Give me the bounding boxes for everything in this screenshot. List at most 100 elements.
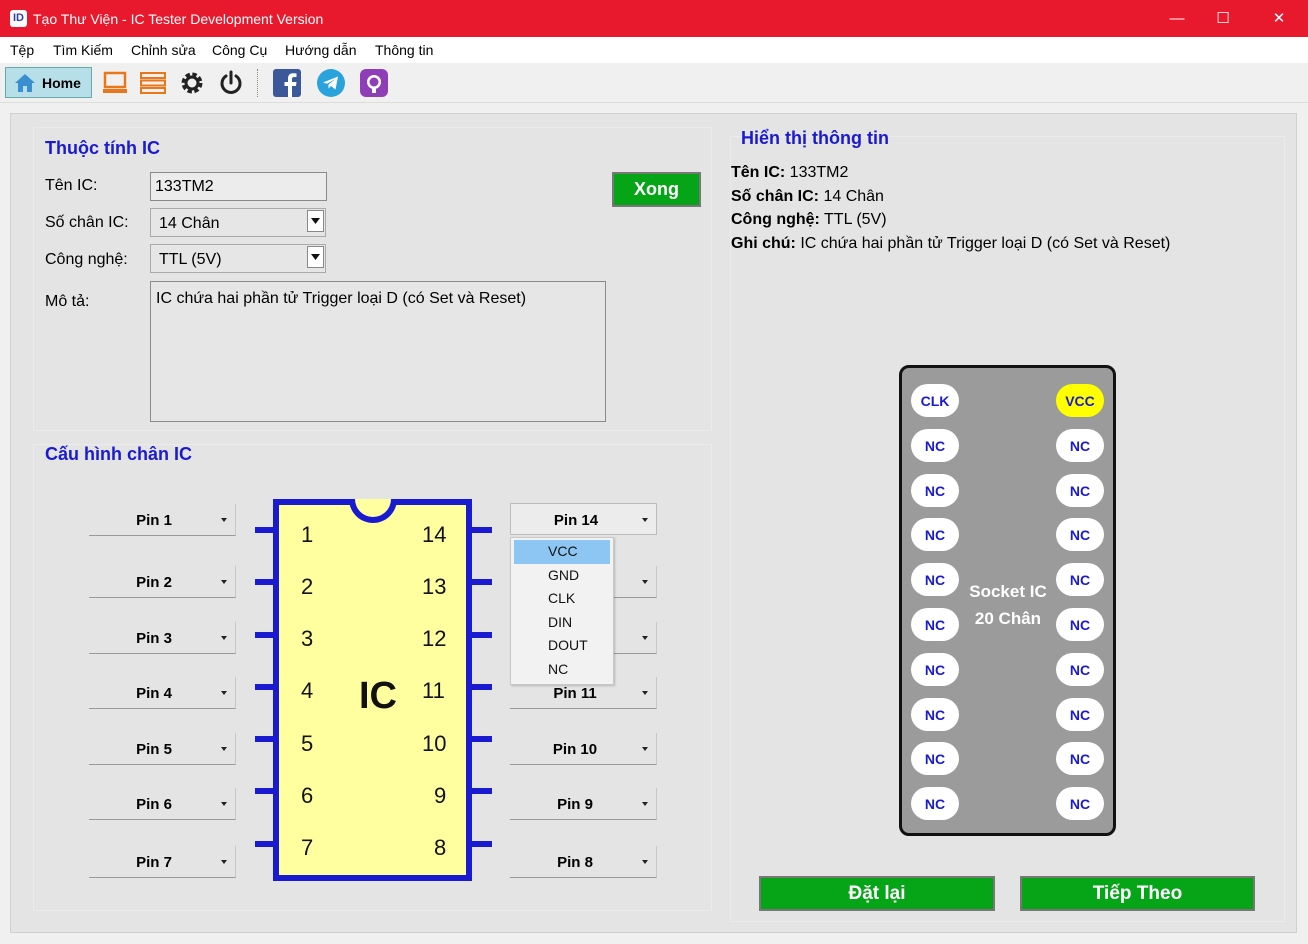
menu-search[interactable]: Tìm Kiếm <box>53 42 113 58</box>
monitor-icon[interactable] <box>100 68 130 98</box>
pin-8-label: Pin 8 <box>557 854 593 871</box>
home-label: Home <box>42 74 81 91</box>
pin-8-select[interactable]: Pin 8 <box>510 846 657 878</box>
chevron-down-icon <box>642 636 648 640</box>
dropdown-option-gnd[interactable]: GND <box>514 564 610 588</box>
github-icon[interactable] <box>359 68 389 98</box>
menu-guide[interactable]: Hướng dẫn <box>285 42 356 58</box>
socket-pin-right: NC <box>1056 787 1104 820</box>
dropdown-option-clk[interactable]: CLK <box>514 587 610 611</box>
chevron-down-icon <box>221 518 227 522</box>
chevron-down-icon <box>221 636 227 640</box>
dropdown-option-din[interactable]: DIN <box>514 611 610 635</box>
ic-pin-number: 2 <box>301 574 314 599</box>
reset-button[interactable]: Đặt lại <box>759 876 995 911</box>
ic-chip-diagram: IC 1 2 3 4 5 6 7 14 13 12 11 10 9 8 <box>273 499 472 881</box>
ic-pins-value: 14 Chân <box>159 215 220 232</box>
facebook-icon[interactable] <box>272 68 302 98</box>
pin-2-label: Pin 2 <box>136 574 172 591</box>
pin-4-select[interactable]: Pin 4 <box>89 677 236 709</box>
maximize-button[interactable]: ☐ <box>1200 0 1246 37</box>
info-ic-note: Ghi chú: IC chứa hai phần tử Trigger loạ… <box>731 235 1170 253</box>
ic-pin-number: 8 <box>434 835 447 860</box>
ic-leg <box>471 579 492 585</box>
toolbar: Home <box>0 63 1308 103</box>
pin-9-select[interactable]: Pin 9 <box>510 788 657 820</box>
socket-pin-right: VCC <box>1056 384 1104 417</box>
menu-file[interactable]: Tệp <box>10 42 34 58</box>
pin-14-select[interactable]: Pin 14 <box>510 503 657 535</box>
pin-9-label: Pin 9 <box>557 796 593 813</box>
pin-10-select[interactable]: Pin 10 <box>510 733 657 765</box>
close-button[interactable]: ✕ <box>1256 0 1302 37</box>
title-bar: ID Tạo Thư Viện - IC Tester Development … <box>0 0 1308 37</box>
home-icon <box>15 73 35 92</box>
ic-name-input[interactable]: 133TM2 <box>150 172 327 201</box>
ic-pin-number: 5 <box>301 731 314 756</box>
ic-pin-number: 10 <box>422 731 447 756</box>
info-ic-pins-value: 14 Chân <box>819 188 884 205</box>
menu-bar: Tệp Tìm Kiếm Chỉnh sửa Công Cụ Hướng dẫn… <box>0 37 1308 63</box>
pin-3-select[interactable]: Pin 3 <box>89 622 236 654</box>
ic-pins-label: Số chân IC: <box>45 214 129 231</box>
socket-pin-left: CLK <box>911 384 959 417</box>
chevron-down-icon <box>642 580 648 584</box>
ic-pin-number: 14 <box>422 522 447 547</box>
socket-pin-left: NC <box>911 429 959 462</box>
dropdown-option-dout[interactable]: DOUT <box>514 634 610 658</box>
ic-leg <box>471 736 492 742</box>
socket-pin-right: NC <box>1056 698 1104 731</box>
pin-6-label: Pin 6 <box>136 796 172 813</box>
pin-14-label: Pin 14 <box>553 512 599 529</box>
menu-edit[interactable]: Chỉnh sửa <box>131 42 196 58</box>
ic-leg <box>471 788 492 794</box>
done-button[interactable]: Xong <box>612 172 701 207</box>
dropdown-option-nc[interactable]: NC <box>514 658 610 682</box>
telegram-icon[interactable] <box>316 68 346 98</box>
power-icon[interactable] <box>216 68 246 98</box>
ic-pin-number: 6 <box>301 783 314 808</box>
ic-tech-value: TTL (5V) <box>159 251 222 268</box>
ic-notch <box>349 499 397 523</box>
ic-tech-select[interactable]: TTL (5V) <box>150 244 326 273</box>
info-title: Hiển thị thông tin <box>741 128 889 148</box>
list-icon[interactable] <box>138 68 168 98</box>
pin-7-select[interactable]: Pin 7 <box>89 846 236 878</box>
chevron-down-icon <box>221 747 227 751</box>
next-button[interactable]: Tiếp Theo <box>1020 876 1255 911</box>
menu-tools[interactable]: Công Cụ <box>212 42 267 58</box>
socket-pin-left: NC <box>911 518 959 551</box>
chevron-down-icon <box>642 691 648 695</box>
socket-pin-right: NC <box>1056 608 1104 641</box>
menu-info[interactable]: Thông tin <box>375 42 433 58</box>
chevron-down-icon <box>221 802 227 806</box>
dropdown-option-vcc[interactable]: VCC <box>514 540 610 564</box>
pin-3-label: Pin 3 <box>136 630 172 647</box>
ic-leg <box>471 684 492 690</box>
info-ic-tech: Công nghệ: TTL (5V) <box>731 211 887 229</box>
pin-1-select[interactable]: Pin 1 <box>89 504 236 536</box>
info-ic-pins-key: Số chân IC: <box>731 188 820 205</box>
home-button[interactable]: Home <box>5 67 92 98</box>
socket-pin-right: NC <box>1056 474 1104 507</box>
socket-pin-left: NC <box>911 563 959 596</box>
ic-chip-label: IC <box>359 675 397 717</box>
ic-pin-number: 12 <box>422 626 447 651</box>
pin-6-select[interactable]: Pin 6 <box>89 788 236 820</box>
pin-2-select[interactable]: Pin 2 <box>89 566 236 598</box>
ic-socket-diagram: Socket IC 20 Chân CLK NC NC NC NC NC NC N… <box>899 365 1116 836</box>
chevron-down-icon <box>642 747 648 751</box>
pin-5-select[interactable]: Pin 5 <box>89 733 236 765</box>
ic-pin-number: 7 <box>301 835 314 860</box>
socket-pin-left: NC <box>911 787 959 820</box>
socket-pin-right: NC <box>1056 563 1104 596</box>
pin-5-label: Pin 5 <box>136 741 172 758</box>
ic-desc-textarea[interactable]: IC chứa hai phần tử Trigger loại D (có S… <box>150 281 606 422</box>
gear-icon[interactable] <box>177 68 207 98</box>
ic-pin-number: 4 <box>301 678 314 703</box>
toolbar-separator <box>257 69 259 97</box>
ic-pin-number: 1 <box>301 522 314 547</box>
minimize-button[interactable]: — <box>1154 0 1200 37</box>
socket-pin-left: NC <box>911 653 959 686</box>
ic-pins-select[interactable]: 14 Chân <box>150 208 326 237</box>
